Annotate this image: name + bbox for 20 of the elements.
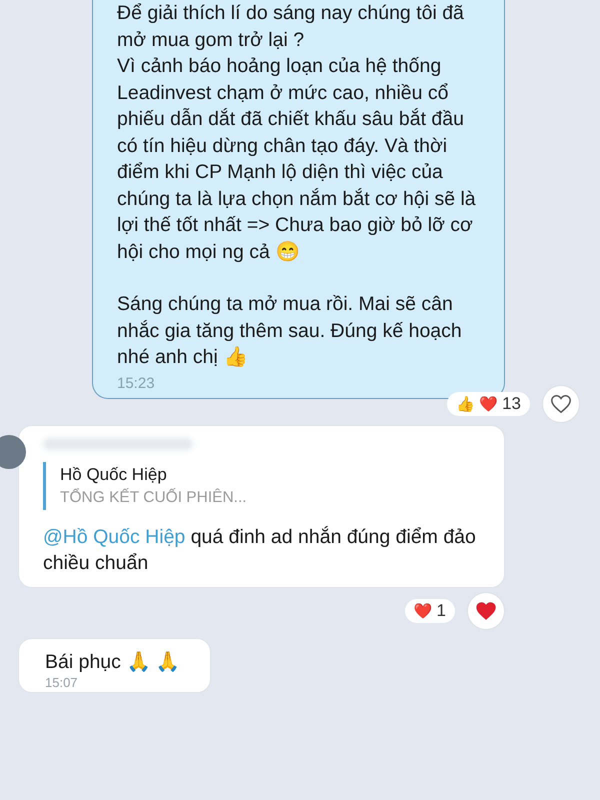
message-time: 15:23 bbox=[117, 374, 156, 392]
reaction-count: 13 bbox=[502, 394, 521, 414]
reaction-emoji: ❤ bbox=[414, 602, 433, 620]
reaction-pill[interactable]: 👍 ❤ 13 bbox=[447, 392, 530, 416]
reaction-pill[interactable]: ❤ 1 bbox=[404, 598, 455, 622]
quote-author: Hồ Quốc Hiệp bbox=[60, 464, 168, 486]
message-text: Để giải thích lí do sáng nay chúng tôi đã mở mua gom trở lại ? bbox=[117, 1, 465, 52]
message-text: Vì cảnh báo hoảng loạn của hệ thống Leadinvest chạm ở mức cao, nhiều cổ phiếu dẫn dắt đã chiết khấu sâu bắt đầu có tín hiệu dừng chân tạo đáy. Và thời điểm khi CP Mạnh lộ diện thì việc của chúng ta là lựa chọn nắm bắt cơ hội sẽ là lợi thế tốt nhất => Chưa bao giờ bỏ lỡ cơ hội cho mọi ng cả 😁 bbox=[117, 54, 477, 264]
message-text: Bái phục 🙏 🙏 bbox=[45, 650, 180, 674]
react-button[interactable] bbox=[542, 384, 580, 422]
message-text: Sáng chúng ta mở mua rồi. Mai sẽ cân nhắc gia tăng thêm sau. Đúng kế hoạch nhé anh chị 👍 bbox=[117, 292, 463, 370]
quoted-message[interactable]: Hồ Quốc Hiệp TỔNG KẾT CUỐI PHIÊN... bbox=[43, 462, 478, 510]
reaction-emoji: ❤ bbox=[479, 394, 498, 412]
reaction-emoji: 👍 bbox=[456, 394, 476, 412]
message-time: 15:07 bbox=[45, 675, 79, 690]
quote-text: TỔNG KẾT CUỐI PHIÊN... bbox=[60, 487, 248, 508]
message-text: @Hồ Quốc Hiệp quá đinh ad nhắn đúng điểm đảo chiều chuẩn bbox=[43, 524, 477, 576]
avatar[interactable] bbox=[0, 434, 26, 468]
reaction-count: 1 bbox=[436, 600, 446, 620]
react-button[interactable] bbox=[467, 592, 505, 630]
